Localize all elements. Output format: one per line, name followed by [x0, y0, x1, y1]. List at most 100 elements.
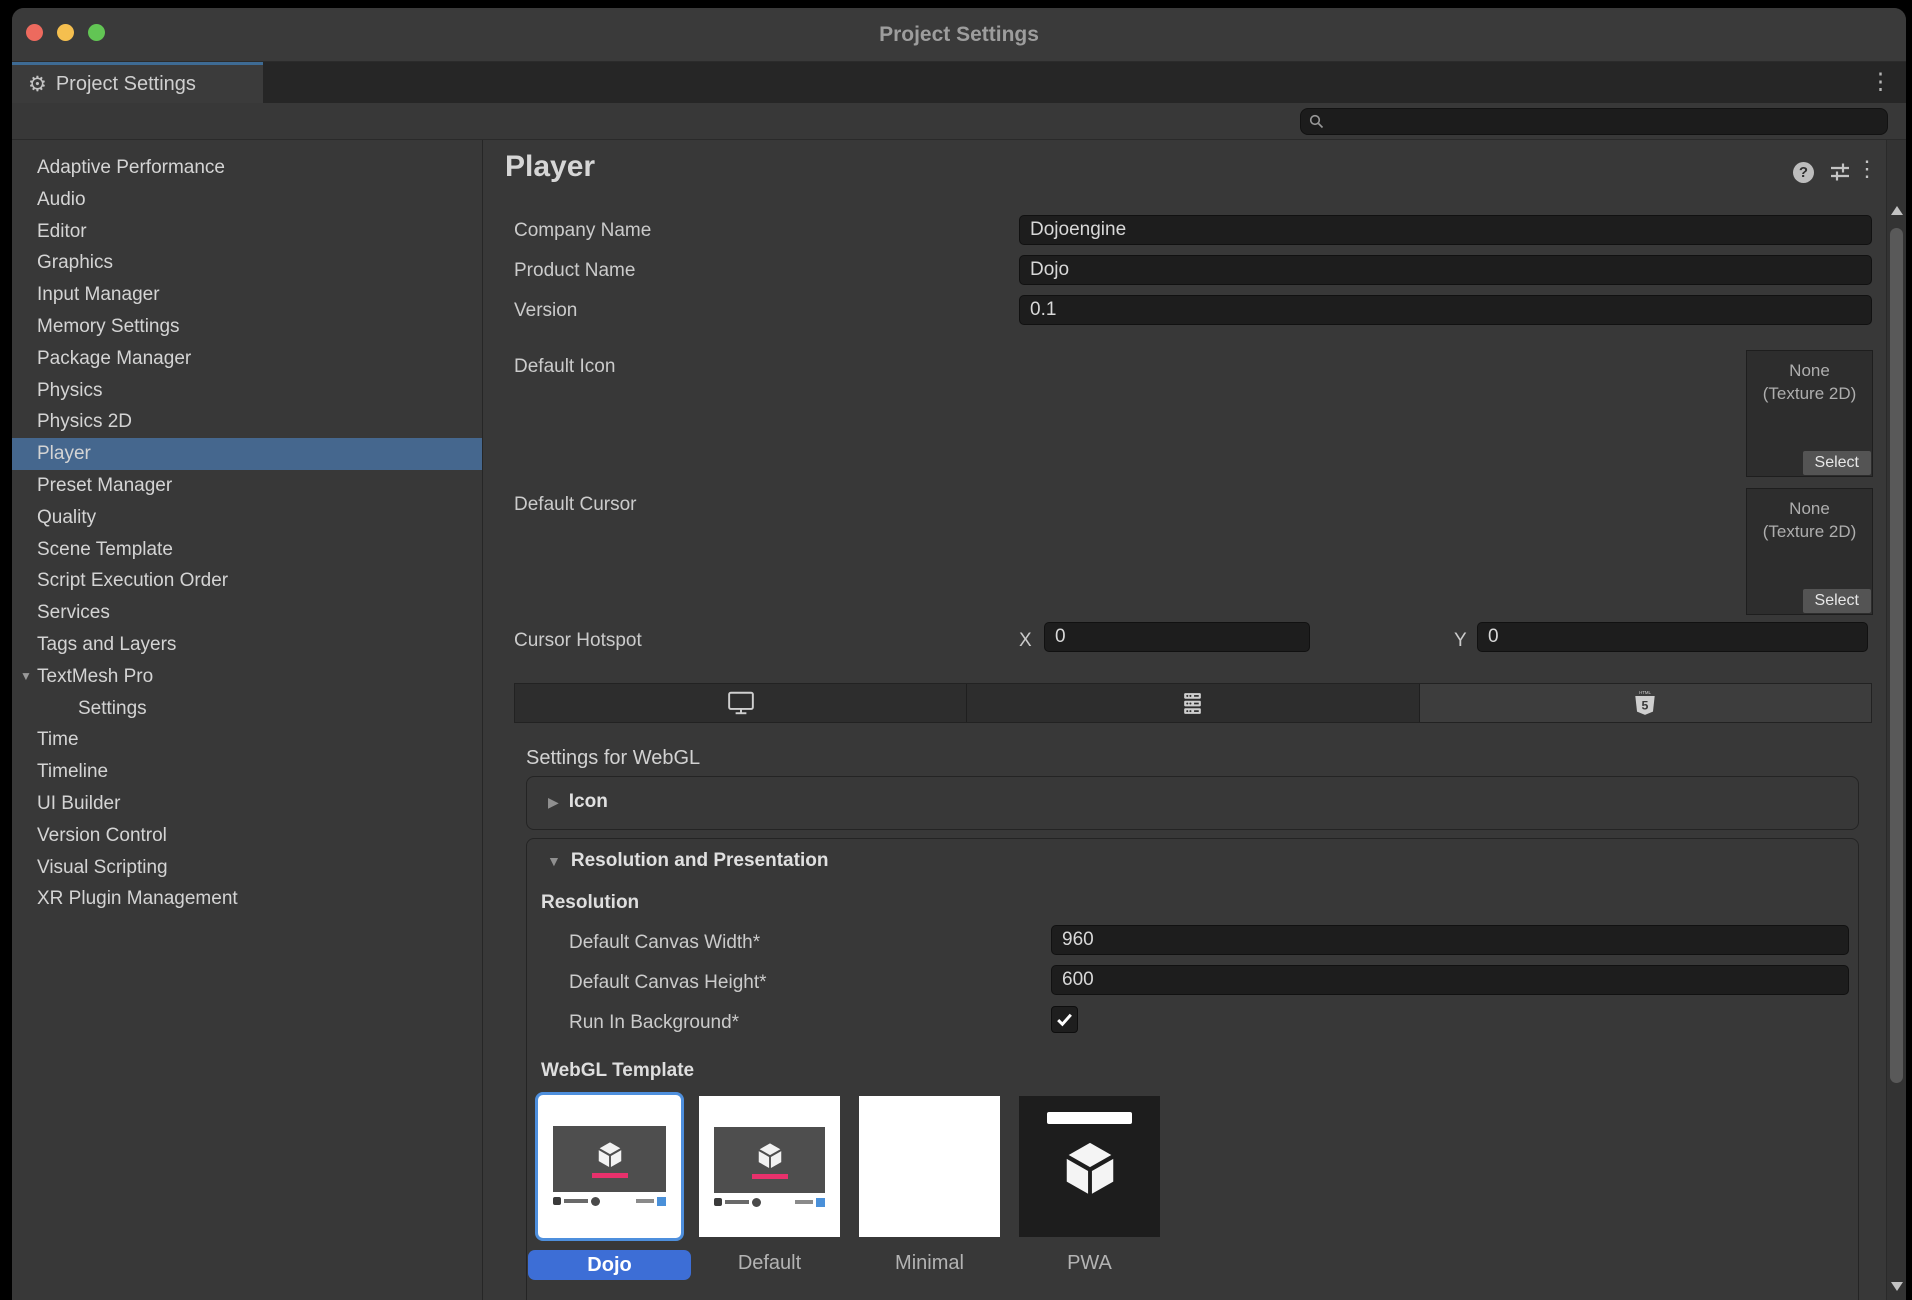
default-icon-none-value: None [1747, 359, 1872, 382]
sidebar-item-player[interactable]: Player [12, 438, 482, 470]
resolution-presentation-header[interactable]: ▼ Resolution and Presentation [547, 850, 828, 872]
default-cursor-select-button[interactable]: Select [1803, 589, 1871, 613]
help-icon[interactable]: ? [1793, 162, 1814, 183]
sidebar-item-audio[interactable]: Audio [12, 184, 482, 216]
sidebar-item-version-control[interactable]: Version Control [12, 820, 482, 852]
search-icon [1309, 114, 1324, 129]
hotspot-y-label: Y [1454, 626, 1467, 656]
platform-tab-bar: HTML 5 [514, 683, 1872, 723]
sidebar-item-adaptive-performance[interactable]: Adaptive Performance [12, 152, 482, 184]
presets-sliders-icon[interactable] [1828, 160, 1852, 189]
hotspot-x-label: X [1019, 626, 1032, 656]
version-field[interactable] [1019, 295, 1872, 325]
sidebar-item-quality[interactable]: Quality [12, 502, 482, 534]
canvas-width-label: Default Canvas Width* [569, 928, 760, 958]
icon-section-label: Icon [569, 791, 608, 813]
webgl-template-label: WebGL Template [541, 1060, 694, 1082]
settings-sidebar: Adaptive Performance Audio Editor Graphi… [12, 140, 483, 1300]
canvas-width-field[interactable] [1051, 925, 1849, 955]
company-name-label: Company Name [514, 216, 651, 246]
template-preview-screen [714, 1127, 825, 1193]
template-preview-footer [714, 1197, 825, 1207]
template-name-pwa[interactable]: PWA [1019, 1252, 1160, 1275]
sidebar-item-package-manager[interactable]: Package Manager [12, 343, 482, 375]
pink-underline-bar [752, 1174, 788, 1179]
default-icon-select-button[interactable]: Select [1803, 451, 1871, 475]
default-icon-label: Default Icon [514, 352, 615, 382]
search-input[interactable] [1324, 111, 1887, 132]
run-in-background-checkbox[interactable] [1051, 1006, 1078, 1033]
product-name-field[interactable] [1019, 255, 1872, 285]
gear-icon: ⚙ [28, 74, 47, 95]
sidebar-item-timeline[interactable]: Timeline [12, 756, 482, 788]
canvas-height-label: Default Canvas Height* [569, 968, 767, 998]
sidebar-item-xr-plugin-management[interactable]: XR Plugin Management [12, 883, 482, 915]
tab-bar: ⚙ Project Settings ⋮ [12, 62, 1906, 103]
template-name-minimal[interactable]: Minimal [859, 1252, 1000, 1275]
hotspot-x-field[interactable] [1044, 622, 1310, 652]
sidebar-item-visual-scripting[interactable]: Visual Scripting [12, 852, 482, 884]
tab-project-settings[interactable]: ⚙ Project Settings [12, 62, 263, 103]
sidebar-item-textmesh-pro-settings[interactable]: Settings [12, 693, 482, 725]
cursor-hotspot-label: Cursor Hotspot [514, 626, 642, 656]
sidebar-item-scene-template[interactable]: Scene Template [12, 534, 482, 566]
product-name-label: Product Name [514, 256, 635, 286]
unity-cube-icon [755, 1141, 785, 1171]
sidebar-item-time[interactable]: Time [12, 724, 482, 756]
platform-tab-dedicated-server[interactable] [967, 684, 1419, 722]
template-name-dojo-selected[interactable]: Dojo [528, 1250, 691, 1280]
sidebar-item-ui-builder[interactable]: UI Builder [12, 788, 482, 820]
template-name-default[interactable]: Default [699, 1252, 840, 1275]
default-cursor-none-type: (Texture 2D) [1747, 520, 1872, 543]
project-settings-window: Project Settings ⚙ Project Settings ⋮ Ad… [12, 8, 1906, 1300]
run-in-background-label: Run In Background* [569, 1008, 739, 1038]
template-card-minimal[interactable] [859, 1096, 1000, 1237]
svg-text:HTML: HTML [1639, 690, 1651, 695]
sidebar-item-memory-settings[interactable]: Memory Settings [12, 311, 482, 343]
sidebar-item-preset-manager[interactable]: Preset Manager [12, 470, 482, 502]
template-card-dojo[interactable] [535, 1092, 684, 1241]
desktop-monitor-icon [727, 690, 755, 716]
icon-section[interactable]: ▶ Icon [526, 776, 1859, 830]
search-box[interactable] [1300, 108, 1888, 135]
unity-cube-icon [595, 1140, 625, 1170]
resolution-group-label: Resolution [541, 892, 639, 914]
settings-for-webgl-heading: Settings for WebGL [526, 747, 700, 770]
scrollbar-thumb[interactable] [1890, 228, 1903, 1083]
sidebar-item-services[interactable]: Services [12, 597, 482, 629]
sidebar-item-physics[interactable]: Physics [12, 375, 482, 407]
template-preview-footer [553, 1196, 666, 1206]
hotspot-y-field[interactable] [1477, 622, 1868, 652]
foldout-expanded-icon: ▼ [547, 853, 561, 869]
template-card-pwa[interactable] [1019, 1096, 1160, 1237]
page-title: Player [505, 150, 595, 184]
default-cursor-texture-well[interactable]: None (Texture 2D) Select [1746, 488, 1873, 615]
unity-cube-icon [1059, 1138, 1121, 1200]
sidebar-item-graphics[interactable]: Graphics [12, 247, 482, 279]
template-card-default[interactable] [699, 1096, 840, 1237]
sidebar-item-textmesh-pro[interactable]: ▼TextMesh Pro [12, 661, 482, 693]
sidebar-item-tags-and-layers[interactable]: Tags and Layers [12, 629, 482, 661]
pwa-title-bar [1047, 1112, 1132, 1124]
default-icon-none-type: (Texture 2D) [1747, 382, 1872, 405]
scroll-up-arrow-icon[interactable] [1891, 206, 1903, 215]
default-cursor-none-value: None [1747, 497, 1872, 520]
foldout-collapsed-icon: ▶ [548, 794, 559, 811]
scroll-down-arrow-icon[interactable] [1891, 1282, 1903, 1291]
server-stack-icon [1180, 691, 1205, 716]
sidebar-item-input-manager[interactable]: Input Manager [12, 279, 482, 311]
sidebar-item-script-execution-order[interactable]: Script Execution Order [12, 565, 482, 597]
vertical-scrollbar[interactable] [1886, 140, 1906, 1300]
platform-tab-webgl[interactable]: HTML 5 [1420, 684, 1871, 722]
foldout-open-icon: ▼ [20, 661, 32, 693]
tab-options-kebab-icon[interactable]: ⋮ [1869, 68, 1892, 95]
sidebar-item-editor[interactable]: Editor [12, 216, 482, 248]
resolution-presentation-label: Resolution and Presentation [571, 850, 829, 872]
default-icon-texture-well[interactable]: None (Texture 2D) Select [1746, 350, 1873, 477]
canvas-height-field[interactable] [1051, 965, 1849, 995]
platform-tab-desktop[interactable] [515, 684, 967, 722]
company-name-field[interactable] [1019, 215, 1872, 245]
sidebar-item-physics-2d[interactable]: Physics 2D [12, 406, 482, 438]
panel-kebab-icon[interactable]: ⋮ [1856, 156, 1878, 182]
tab-label: Project Settings [56, 73, 196, 96]
